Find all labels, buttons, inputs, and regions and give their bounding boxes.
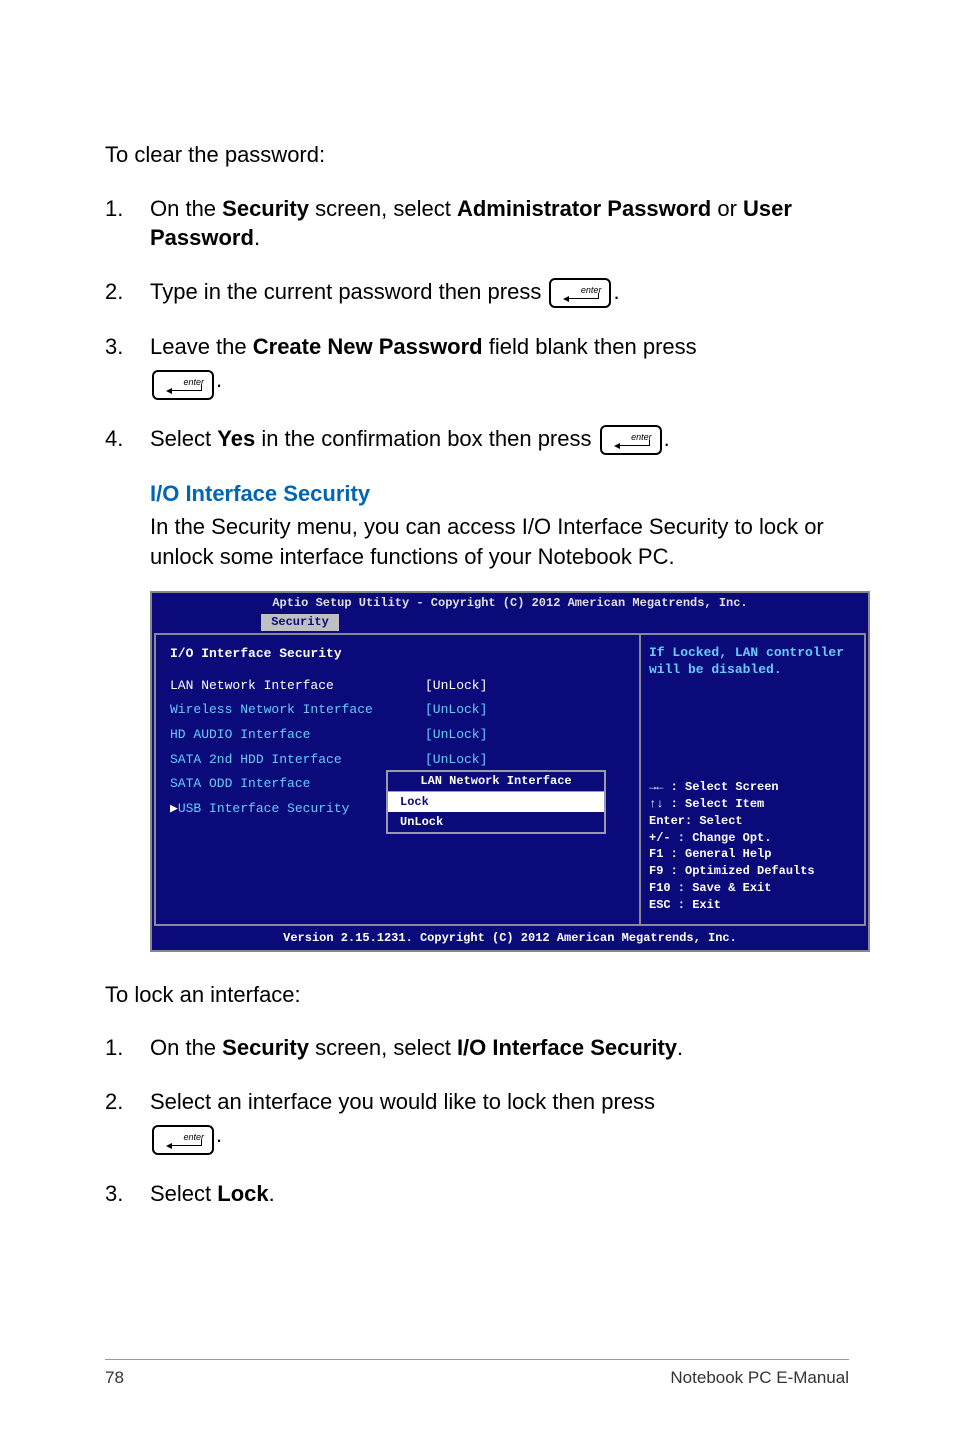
bold-lock: Lock — [217, 1181, 268, 1206]
enter-key-icon — [600, 425, 662, 455]
step-2: Select an interface you would like to lo… — [105, 1087, 849, 1155]
bios-key-line: +/- : Change Opt. — [649, 830, 856, 847]
bios-screenshot: Aptio Setup Utility - Copyright (C) 2012… — [150, 591, 870, 952]
bios-item-value: [UnLock] — [425, 677, 487, 695]
text: or — [711, 196, 743, 221]
text: Select — [150, 426, 217, 451]
text: . — [216, 1122, 222, 1147]
bios-key-line: F10 : Save & Exit — [649, 880, 856, 897]
text: Select an interface you would like to lo… — [150, 1089, 655, 1114]
text: in the confirmation box then press — [255, 426, 597, 451]
page-number: 78 — [105, 1368, 124, 1388]
text: field blank then press — [483, 334, 697, 359]
steps-list-2: On the Security screen, select I/O Inter… — [105, 1033, 849, 1208]
footer-title: Notebook PC E-Manual — [670, 1368, 849, 1388]
bios-body: I/O Interface Security LAN Network Inter… — [152, 631, 868, 927]
bios-left-panel: I/O Interface Security LAN Network Inter… — [154, 633, 641, 925]
bold-admin-pw: Administrator Password — [457, 196, 711, 221]
section-description: In the Security menu, you can access I/O… — [150, 512, 849, 571]
bios-header: Aptio Setup Utility - Copyright (C) 2012… — [152, 593, 868, 631]
bold-create-new-pw: Create New Password — [253, 334, 483, 359]
bold-yes: Yes — [217, 426, 255, 451]
enter-key-icon — [549, 278, 611, 308]
bios-key-line: ESC : Exit — [649, 897, 856, 914]
step-1: On the Security screen, select Administr… — [105, 194, 849, 253]
bold-security: Security — [222, 196, 309, 221]
bios-item-value: [UnLock] — [425, 701, 487, 719]
bios-row: HD AUDIO Interface [UnLock] — [170, 726, 625, 744]
bios-key-line: F1 : General Help — [649, 846, 856, 863]
text: On the — [150, 196, 222, 221]
bios-item-value: [UnLock] — [425, 751, 487, 769]
text: . — [613, 279, 619, 304]
bios-popup-body: Lock UnLock — [388, 792, 604, 832]
bios-footer: Version 2.15.1231. Copyright (C) 2012 Am… — [152, 928, 868, 950]
step-3: Select Lock. — [105, 1179, 849, 1209]
bios-hint-text: If Locked, LAN controller will be disabl… — [649, 645, 856, 679]
text: . — [664, 426, 670, 451]
intro-text-2: To lock an interface: — [105, 980, 849, 1010]
bold-io-interface: I/O Interface Security — [457, 1035, 677, 1060]
bios-key-line: F9 : Optimized Defaults — [649, 863, 856, 880]
document-content: To clear the password: On the Security s… — [105, 140, 849, 1208]
bios-right-panel: If Locked, LAN controller will be disabl… — [641, 633, 866, 925]
text: screen, select — [309, 1035, 457, 1060]
bios-panel-title: I/O Interface Security — [170, 645, 625, 663]
bios-item-label: SATA 2nd HDD Interface — [170, 751, 425, 769]
steps-list-1: On the Security screen, select Administr… — [105, 194, 849, 455]
bios-key-legend: →← : Select Screen ↑↓ : Select Item Ente… — [649, 779, 856, 913]
text: screen, select — [309, 196, 457, 221]
bios-item-label: HD AUDIO Interface — [170, 726, 425, 744]
bios-popup: LAN Network Interface Lock UnLock — [386, 770, 606, 834]
bold-security: Security — [222, 1035, 309, 1060]
bios-item-label: Wireless Network Interface — [170, 701, 425, 719]
bios-row: Wireless Network Interface [UnLock] — [170, 701, 625, 719]
text: . — [677, 1035, 683, 1060]
bios-item-value: [UnLock] — [425, 726, 487, 744]
text: On the — [150, 1035, 222, 1060]
bios-key-line: →← : Select Screen — [649, 779, 856, 796]
text: Select — [150, 1181, 217, 1206]
step-2: Type in the current password then press … — [105, 277, 849, 308]
bios-tab-security: Security — [261, 614, 339, 632]
bios-header-text: Aptio Setup Utility - Copyright (C) 2012… — [272, 596, 747, 610]
text: Type in the current password then press — [150, 279, 547, 304]
bios-row: SATA 2nd HDD Interface [UnLock] — [170, 751, 625, 769]
bios-popup-option-unlock: UnLock — [388, 812, 604, 832]
step-1: On the Security screen, select I/O Inter… — [105, 1033, 849, 1063]
step-4: Select Yes in the confirmation box then … — [105, 424, 849, 455]
bios-key-line: ↑↓ : Select Item — [649, 796, 856, 813]
bios-key-line: Enter: Select — [649, 813, 856, 830]
arrow-icon: ▶ — [170, 800, 178, 818]
enter-key-icon — [152, 370, 214, 400]
bios-row: LAN Network Interface [UnLock] — [170, 677, 625, 695]
bios-item-label: LAN Network Interface — [170, 677, 425, 695]
section-heading: I/O Interface Security — [150, 479, 849, 509]
text: Leave the — [150, 334, 253, 359]
text: . — [254, 225, 260, 250]
intro-text: To clear the password: — [105, 140, 849, 170]
step-3: Leave the Create New Password field blan… — [105, 332, 849, 400]
text: . — [216, 367, 222, 392]
page-footer: 78 Notebook PC E-Manual — [105, 1359, 849, 1388]
bios-popup-title: LAN Network Interface — [388, 772, 604, 791]
bios-popup-option-lock: Lock — [388, 792, 604, 812]
enter-key-icon — [152, 1125, 214, 1155]
text: . — [269, 1181, 275, 1206]
